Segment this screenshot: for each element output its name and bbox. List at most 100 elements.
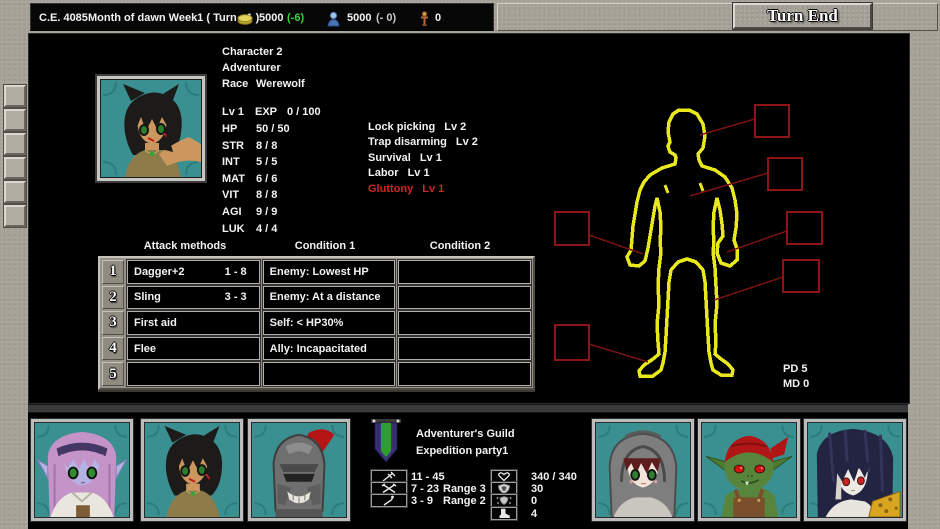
party-name: Expedition party1 xyxy=(416,445,508,457)
row-number: 3 xyxy=(102,311,124,335)
condition2-cell[interactable] xyxy=(398,337,531,361)
skill-item: LaborLv 1 xyxy=(368,167,478,182)
side-tab-button-1[interactable] xyxy=(4,85,26,107)
stat-row: VIT8 / 8 xyxy=(222,189,290,206)
exp-label: EXP xyxy=(255,106,277,118)
row-number: 2 xyxy=(102,286,124,310)
condition1-cell[interactable]: Enemy: At a distance xyxy=(263,286,396,310)
attack-row-2: 2 Sling3 - 3 Enemy: At a distance xyxy=(102,286,531,310)
condition2-header: Condition 2 xyxy=(395,240,525,252)
guild-name: Adventurer's Guild xyxy=(416,428,515,440)
party-member-2-portrait xyxy=(145,423,239,517)
equipment-slot-chest[interactable] xyxy=(768,158,802,190)
attack-method-cell[interactable] xyxy=(127,362,260,386)
condition1-cell[interactable]: Ally: Incapacitated xyxy=(263,337,396,361)
sling-icon xyxy=(379,495,399,506)
attack-methods-header: Attack methods xyxy=(120,240,250,252)
party-member-5[interactable] xyxy=(697,418,801,522)
side-tab-button-2[interactable] xyxy=(4,109,26,131)
game-screen: C.E. 4085 Month of dawn Week1 ( Turn : 1… xyxy=(0,0,940,529)
side-tab-button-5[interactable] xyxy=(4,181,26,203)
character-name: Character 2 xyxy=(222,46,283,58)
stat-row: HP50 / 50 xyxy=(222,123,290,140)
party-member-2[interactable] xyxy=(140,418,244,522)
stat-row: INT5 / 5 xyxy=(222,156,290,173)
condition1-header: Condition 1 xyxy=(260,240,390,252)
magic-shield-icon xyxy=(494,495,514,506)
crossed-swords-icon xyxy=(379,483,399,494)
skill-item: SurvivalLv 1 xyxy=(368,152,478,167)
heart-icon xyxy=(494,471,514,482)
skill-list: Lock pickingLv 2 Trap disarmingLv 2 Surv… xyxy=(368,121,478,198)
ranged-range: Range 3 xyxy=(443,483,486,495)
party-member-5-portrait xyxy=(702,423,796,517)
party-magic-defense-value: 0 xyxy=(531,495,537,507)
party-member-4[interactable] xyxy=(591,418,695,522)
top-status-bar: C.E. 4085 Month of dawn Week1 ( Turn : 1… xyxy=(30,3,494,31)
physical-defense-value: PD 5 xyxy=(783,363,807,375)
party-member-4-portrait xyxy=(596,423,690,517)
melee-value: 11 - 45 xyxy=(411,471,445,483)
level-label: Lv 1 xyxy=(222,106,244,118)
manpower-icon xyxy=(327,11,340,27)
equipment-slot-legs[interactable] xyxy=(783,260,819,292)
attack-method-cell[interactable]: Sling3 - 3 xyxy=(127,286,260,310)
side-tab-button-3[interactable] xyxy=(4,133,26,155)
row-number: 5 xyxy=(102,362,124,386)
magic-defense-stat-box xyxy=(491,494,517,507)
race-label: Race xyxy=(222,78,248,90)
skill-item: Trap disarmingLv 2 xyxy=(368,136,478,151)
body-outline xyxy=(627,110,737,376)
stat-row: STR8 / 8 xyxy=(222,140,290,157)
condition1-cell[interactable] xyxy=(263,362,396,386)
party-member-3[interactable] xyxy=(247,418,351,522)
attack-method-cell[interactable]: Flee xyxy=(127,337,260,361)
skill-item-highlighted: GluttonyLv 1 xyxy=(368,183,478,198)
manpower-amount: 5000 xyxy=(347,12,371,24)
character-portrait-image xyxy=(101,80,201,177)
slot-connector-lines xyxy=(589,119,787,362)
race-value: Werewolf xyxy=(256,78,305,90)
condition1-cell[interactable]: Enemy: Lowest HP xyxy=(263,260,396,284)
party-member-6[interactable] xyxy=(803,418,907,522)
attack-row-4: 4 Flee Ally: Incapacitated xyxy=(102,337,531,361)
party-move-value: 4 xyxy=(531,508,537,520)
era-date: C.E. 4085 xyxy=(39,12,88,24)
row-number: 4 xyxy=(102,337,124,361)
character-portrait-frame xyxy=(95,74,207,183)
thrown-range: Range 2 xyxy=(443,495,486,507)
boot-icon xyxy=(494,508,514,519)
condition2-cell[interactable] xyxy=(398,362,531,386)
attack-methods-table: 1 Dagger+21 - 8 Enemy: Lowest HP 2 Sling… xyxy=(98,256,535,390)
chest-marks xyxy=(665,183,703,193)
sword-icon xyxy=(379,471,399,482)
attack-method-cell[interactable]: Dagger+21 - 8 xyxy=(127,260,260,284)
magic-defense-value: MD 0 xyxy=(783,378,809,390)
turn-end-button[interactable]: Turn End xyxy=(733,3,872,29)
party-member-1[interactable] xyxy=(30,418,134,522)
equipment-slot-right-hand[interactable] xyxy=(787,212,822,244)
gold-delta: (-6) xyxy=(287,12,304,24)
condition2-cell[interactable] xyxy=(398,260,531,284)
thrown-value: 3 - 9 xyxy=(411,495,433,507)
thrown-stat-box xyxy=(371,494,407,507)
exp-value: 0 / 100 xyxy=(287,106,321,118)
equipment-slot-left-hand[interactable] xyxy=(555,212,589,245)
side-tab-button-4[interactable] xyxy=(4,157,26,179)
party-hp-value: 340 / 340 xyxy=(531,471,577,483)
character-class: Adventurer xyxy=(222,62,281,74)
attack-method-cell[interactable]: First aid xyxy=(127,311,260,335)
stat-row: LUK4 / 4 xyxy=(222,223,290,240)
calendar-turn: Month of dawn Week1 ( Turn : 1 ) xyxy=(88,12,259,24)
equipment-slot-feet[interactable] xyxy=(555,325,589,360)
condition1-cell[interactable]: Self: < HP30% xyxy=(263,311,396,335)
condition2-cell[interactable] xyxy=(398,311,531,335)
stat-row: MAT6 / 6 xyxy=(222,173,290,190)
equipment-slot-head[interactable] xyxy=(755,105,789,137)
stat-row: AGI9 / 9 xyxy=(222,206,290,223)
side-tab-button-6[interactable] xyxy=(4,205,26,227)
condition2-cell[interactable] xyxy=(398,286,531,310)
shield-icon xyxy=(494,483,514,494)
attack-row-5: 5 xyxy=(102,362,531,386)
party-member-3-portrait xyxy=(252,423,346,517)
